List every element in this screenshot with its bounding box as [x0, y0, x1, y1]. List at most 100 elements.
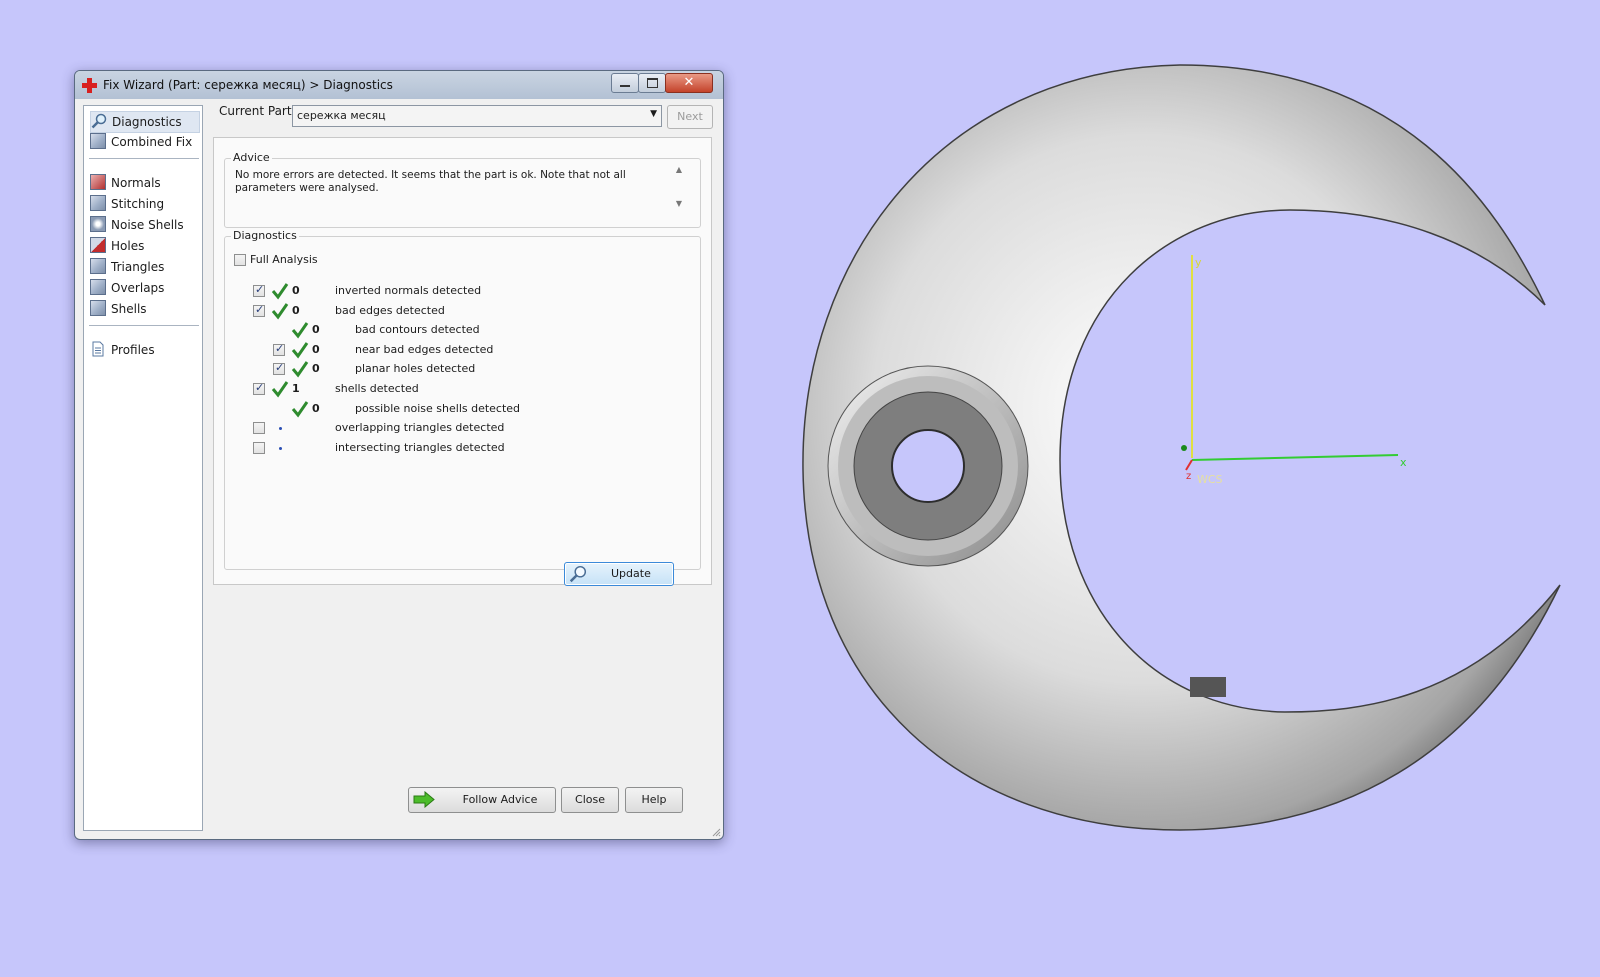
diagnostic-checkbox[interactable]	[253, 283, 265, 297]
wcs-label: WCS	[1197, 473, 1223, 486]
magnifier-icon	[91, 113, 107, 129]
diagnostic-label: planar holes detected	[355, 362, 476, 376]
sidebar-item-diagnostics[interactable]: Diagnostics	[90, 111, 200, 133]
sidebar-divider	[89, 325, 199, 326]
follow-advice-button[interactable]: Follow Advice	[408, 787, 556, 813]
scroll-down-icon[interactable]: ▼	[672, 199, 686, 208]
advice-title: Advice	[231, 151, 272, 164]
scroll-up-icon[interactable]: ▲	[672, 165, 686, 174]
title-bar[interactable]: Fix Wizard (Part: сережка месяц) > Diagn…	[75, 71, 723, 99]
sidebar-item-label: Diagnostics	[112, 115, 182, 129]
sidebar-item-triangles[interactable]: Triangles	[90, 257, 198, 277]
close-window-button[interactable]: ✕	[665, 73, 713, 93]
sidebar-item-label: Profiles	[111, 343, 155, 357]
green-checkmark-icon	[271, 381, 289, 398]
green-checkmark-icon	[291, 322, 309, 339]
sidebar-item-label: Shells	[111, 302, 147, 316]
magnifier-icon	[569, 565, 587, 583]
full-analysis-label: Full Analysis	[250, 253, 318, 266]
y-axis-label: y	[1195, 256, 1202, 269]
full-analysis-checkbox[interactable]	[234, 254, 246, 266]
diagnostic-checkbox[interactable]	[253, 381, 265, 395]
close-button[interactable]: Close	[561, 787, 619, 813]
current-part-label: Current Part:	[219, 104, 296, 118]
sidebar-item-noise-shells[interactable]: Noise Shells	[90, 215, 198, 235]
current-part-value: сережка месяц	[297, 109, 386, 122]
advice-scrollbar[interactable]: ▲ ▼	[672, 165, 686, 215]
diagnostic-row: 0 possible noise shells detected	[225, 400, 685, 418]
close-label: Close	[575, 793, 605, 806]
diagnostic-checkbox[interactable]	[253, 303, 265, 317]
resize-grip-icon[interactable]	[711, 827, 721, 837]
sidebar-item-label: Normals	[111, 176, 161, 190]
diagnostic-count: 0	[292, 303, 300, 317]
diagnostic-checkbox[interactable]	[273, 342, 285, 356]
sidebar-item-profiles[interactable]: Profiles	[90, 340, 198, 360]
holes-icon	[90, 237, 106, 253]
diagnostic-checkbox[interactable]	[253, 441, 265, 454]
diagnostic-row: intersecting triangles detected	[225, 439, 685, 457]
diagnostic-label: bad edges detected	[335, 303, 445, 317]
normals-icon	[90, 174, 106, 190]
diagnostic-count: 0	[312, 342, 320, 356]
diagnostic-row: 0 planar holes detected	[225, 360, 685, 378]
z-axis-label: z	[1186, 471, 1191, 482]
sidebar-item-combined-fix[interactable]: Combined Fix	[90, 132, 198, 152]
diagnostics-title: Diagnostics	[231, 229, 299, 242]
maximize-button[interactable]	[638, 73, 666, 93]
sidebar-item-label: Triangles	[111, 260, 165, 274]
help-button[interactable]: Help	[625, 787, 683, 813]
diagnostic-label: overlapping triangles detected	[335, 421, 505, 435]
noise-shells-icon	[90, 216, 106, 232]
diagnostic-row: 0 near bad edges detected	[225, 341, 685, 359]
diagnostic-checkbox[interactable]	[253, 422, 265, 435]
window-title: Fix Wizard (Part: сережка месяц) > Diagn…	[103, 78, 393, 92]
overlaps-icon	[90, 279, 106, 295]
loop-hole	[891, 429, 965, 503]
maximize-icon	[647, 78, 658, 88]
diagnostic-count: 0	[312, 323, 320, 337]
green-checkmark-icon	[271, 283, 289, 300]
pending-dot-icon	[279, 446, 282, 450]
next-button[interactable]: Next	[667, 105, 713, 129]
sidebar-item-holes[interactable]: Holes	[90, 236, 198, 256]
sidebar-item-overlaps[interactable]: Overlaps	[90, 278, 198, 298]
sidebar-item-label: Overlaps	[111, 281, 165, 295]
stitching-icon	[90, 195, 106, 211]
document-icon	[92, 341, 104, 357]
minimize-button[interactable]	[611, 73, 639, 93]
update-button[interactable]: Update	[564, 562, 674, 586]
green-checkmark-icon	[271, 302, 289, 320]
green-checkmark-icon	[291, 361, 309, 378]
sidebar-item-label: Noise Shells	[111, 218, 184, 232]
z-axis-line	[1185, 459, 1193, 471]
wizard-sidebar: Diagnostics Combined Fix Normals Stitchi…	[83, 105, 203, 831]
sidebar-item-normals[interactable]: Normals	[90, 173, 198, 193]
pending-dot-icon	[279, 427, 282, 431]
x-axis-line	[1191, 454, 1399, 461]
advice-text: No more errors are detected. It seems th…	[235, 169, 626, 194]
sidebar-item-shells[interactable]: Shells	[90, 299, 198, 319]
help-label: Help	[641, 793, 667, 806]
sidebar-divider	[89, 158, 199, 159]
fix-wizard-window: Fix Wizard (Part: сережка месяц) > Diagn…	[74, 70, 724, 840]
sidebar-item-label: Holes	[111, 239, 145, 253]
diagnostic-row: 0 bad edges detected	[225, 302, 685, 320]
diagnostics-panel: Advice No more errors are detected. It s…	[213, 137, 712, 586]
follow-advice-label: Follow Advice	[462, 793, 538, 806]
sidebar-item-label: Stitching	[111, 197, 165, 211]
model-view[interactable]: y x z WCS	[740, 0, 1600, 977]
diagnostic-label: possible noise shells detected	[355, 401, 521, 415]
advice-group: Advice No more errors are detected. It s…	[224, 151, 701, 228]
diagnostic-checkbox[interactable]	[273, 361, 285, 376]
diagnostic-label: intersecting triangles detected	[335, 440, 505, 454]
hidden-part-edge	[1190, 677, 1226, 697]
diagnostic-row: overlapping triangles detected	[225, 419, 685, 437]
minimize-icon	[620, 85, 630, 87]
diagnostic-count: 0	[312, 401, 320, 415]
diagnostic-label: bad contours detected	[355, 323, 480, 337]
current-part-dropdown[interactable]: сережка месяц ▼	[292, 105, 662, 127]
sidebar-item-stitching[interactable]: Stitching	[90, 194, 198, 214]
diagnostic-count: 0	[292, 284, 300, 297]
sidebar-item-label: Combined Fix	[111, 135, 193, 149]
